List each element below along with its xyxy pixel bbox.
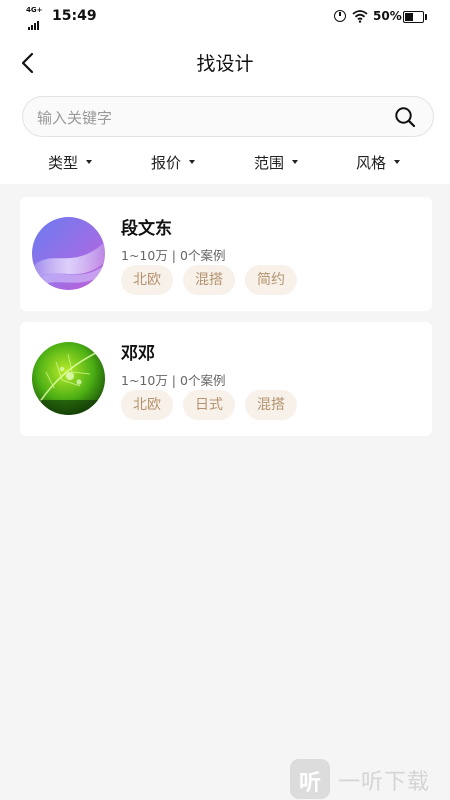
style-tag: 北欧 (121, 390, 173, 420)
watermark-text: 一听下载 (338, 770, 431, 795)
search-input[interactable] (35, 105, 379, 131)
watermark-glyph: 听 (298, 771, 321, 796)
filter-label: 类型 (48, 154, 79, 172)
caret-down-icon (189, 159, 196, 164)
green-leaf-avatar (32, 342, 105, 415)
filter-label: 风格 (356, 154, 387, 172)
filter-type[interactable]: 类型 (48, 152, 93, 178)
style-tag: 日式 (183, 390, 235, 420)
top-panel: 4G+ 15:49 50% 找设计 类型 报价 范围 (0, 0, 450, 184)
battery-percent: 50% (373, 9, 402, 23)
designer-meta: 1~10万 | 0个案例 (121, 373, 226, 388)
designer-card[interactable]: 邓邓 1~10万 | 0个案例 北欧 日式 混搭 (20, 322, 432, 436)
signal-icon: 4G+ (26, 6, 48, 30)
search-bar[interactable] (22, 96, 434, 137)
filter-label: 范围 (254, 154, 285, 172)
alarm-icon (334, 10, 346, 22)
avatar (32, 217, 105, 290)
designer-name: 段文东 (121, 219, 172, 239)
wifi-icon (352, 10, 368, 23)
network-type: 4G+ (26, 6, 43, 14)
designer-meta: 1~10万 | 0个案例 (121, 248, 226, 263)
style-tag: 北欧 (121, 265, 173, 295)
filter-bar: 类型 报价 范围 风格 (0, 152, 450, 178)
status-time: 15:49 (52, 8, 97, 24)
style-tag: 混搭 (183, 265, 235, 295)
battery-icon (403, 11, 427, 23)
style-tag: 简约 (245, 265, 297, 295)
caret-down-icon (394, 159, 401, 164)
status-bar: 4G+ 15:49 50% (0, 0, 450, 34)
filter-style[interactable]: 风格 (356, 152, 401, 178)
watermark: 听 一听下载 (290, 757, 450, 800)
filter-label: 报价 (151, 154, 182, 172)
page-title: 找设计 (196, 53, 254, 75)
filter-price[interactable]: 报价 (151, 152, 196, 178)
search-icon[interactable] (394, 106, 416, 128)
style-tag: 混搭 (245, 390, 297, 420)
designer-name: 邓邓 (121, 344, 155, 364)
caret-down-icon (292, 159, 299, 164)
designer-card[interactable]: 段文东 1~10万 | 0个案例 北欧 混搭 简约 (20, 197, 432, 311)
purple-abstract-avatar (32, 217, 105, 290)
filter-range[interactable]: 范围 (254, 152, 299, 178)
avatar (32, 342, 105, 415)
tag-list: 北欧 混搭 简约 (121, 265, 307, 295)
caret-down-icon (86, 159, 93, 164)
tag-list: 北欧 日式 混搭 (121, 390, 307, 420)
watermark-logo: 听 (290, 759, 330, 799)
